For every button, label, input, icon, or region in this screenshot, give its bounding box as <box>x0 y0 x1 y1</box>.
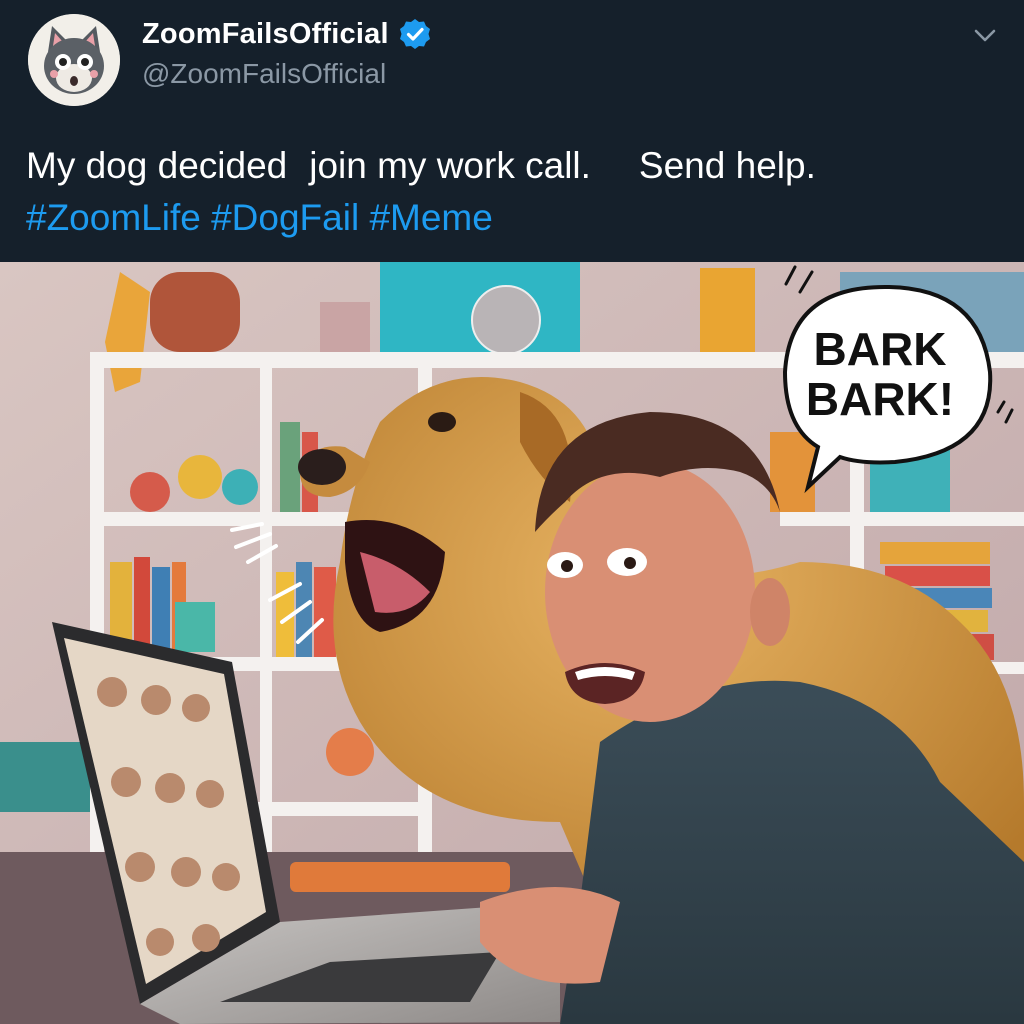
hashtag-zoomlife[interactable]: #ZoomLife <box>26 197 201 238</box>
tweet-text-part3: Send help. <box>638 145 816 186</box>
chevron-down-icon[interactable] <box>972 22 998 48</box>
pencil-cup <box>320 302 370 352</box>
dog-eye <box>428 412 456 432</box>
display-name-row: ZoomFailsOfficial <box>142 14 431 54</box>
handle[interactable]: @ZoomFailsOfficial <box>142 58 431 90</box>
tweet-text-part2: join my work call. <box>309 145 591 186</box>
toy-top-left <box>150 272 240 352</box>
hashtag-meme[interactable]: #Meme <box>369 197 492 238</box>
man-ear <box>750 578 790 646</box>
verified-badge-icon <box>399 19 430 49</box>
tweet-card: ZoomFailsOfficial @ZoomFailsOfficial My … <box>0 0 1024 1024</box>
toy-box-top <box>700 268 755 356</box>
toy-left-edge <box>0 742 90 812</box>
avatar[interactable] <box>28 14 120 106</box>
tweet-media-image[interactable]: BARK BARK! <box>0 262 1024 1024</box>
dog-nose <box>298 449 346 485</box>
speech-bubble-line2: BARK! <box>806 373 954 425</box>
notebook-on-desk <box>290 862 510 892</box>
display-name[interactable]: ZoomFailsOfficial <box>142 18 389 51</box>
tweet-text-part1: My dog decided <box>26 145 288 186</box>
tweet-text: My dog decided join my work call. Send hel… <box>26 140 996 244</box>
speech-bubble-line1: BARK <box>814 323 947 375</box>
account-names: ZoomFailsOfficial @ZoomFailsOfficial <box>142 14 431 90</box>
tweet-body: My dog decided join my work call. Send hel… <box>26 140 996 192</box>
cat-avatar-icon <box>28 14 120 106</box>
tweet-header: ZoomFailsOfficial @ZoomFailsOfficial My … <box>0 0 1024 262</box>
hashtag-dogfail[interactable]: #DogFail <box>211 197 359 238</box>
hashtags: #ZoomLife #DogFail #Meme <box>26 192 996 244</box>
dog-zoom-call-illustration: BARK BARK! <box>0 262 1024 1024</box>
